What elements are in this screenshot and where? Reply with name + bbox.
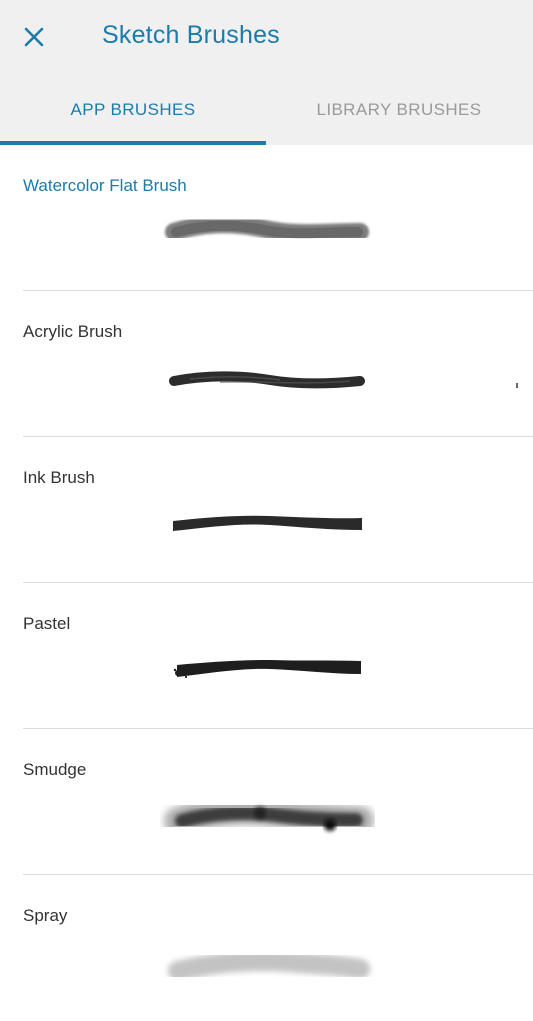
tab-app-brushes[interactable]: APP BRUSHES: [0, 74, 266, 145]
acrylic-stroke-preview: [169, 371, 365, 389]
close-button[interactable]: [14, 17, 54, 57]
brush-name: Watercolor Flat Brush: [23, 176, 187, 195]
close-icon: [24, 27, 44, 47]
tab-library-brushes[interactable]: LIBRARY BRUSHES: [266, 74, 532, 145]
page-title: Sketch Brushes: [102, 21, 280, 49]
brush-item-pastel[interactable]: Pastel: [0, 583, 533, 729]
brush-name: Smudge: [23, 760, 87, 779]
smudge-stroke-preview: [164, 797, 374, 835]
app-header: Sketch Brushes APP BRUSHES LIBRARY BRUSH…: [0, 0, 533, 145]
brush-item-watercolor-flat[interactable]: Watercolor Flat Brush: [0, 145, 533, 291]
tab-bar: APP BRUSHES LIBRARY BRUSHES: [0, 74, 533, 145]
pastel-stroke-preview: [173, 660, 361, 679]
spray-stroke-preview: [168, 951, 370, 981]
ink-stroke-preview: [173, 515, 362, 531]
brush-item-acrylic[interactable]: Acrylic Brush: [0, 291, 533, 437]
stray-mark: [516, 383, 518, 388]
brush-item-spray[interactable]: Spray: [0, 875, 533, 1021]
brush-list: Watercolor Flat Brush Acrylic Brush Ink …: [0, 145, 533, 1021]
brush-name: Spray: [23, 906, 68, 925]
top-bar: Sketch Brushes: [0, 0, 533, 74]
brush-name: Pastel: [23, 614, 71, 633]
brush-item-ink[interactable]: Ink Brush: [0, 437, 533, 583]
brush-item-smudge[interactable]: Smudge: [0, 729, 533, 875]
watercolor-stroke-preview: [165, 215, 369, 243]
brush-name: Ink Brush: [23, 468, 95, 487]
brush-name: Acrylic Brush: [23, 322, 123, 341]
